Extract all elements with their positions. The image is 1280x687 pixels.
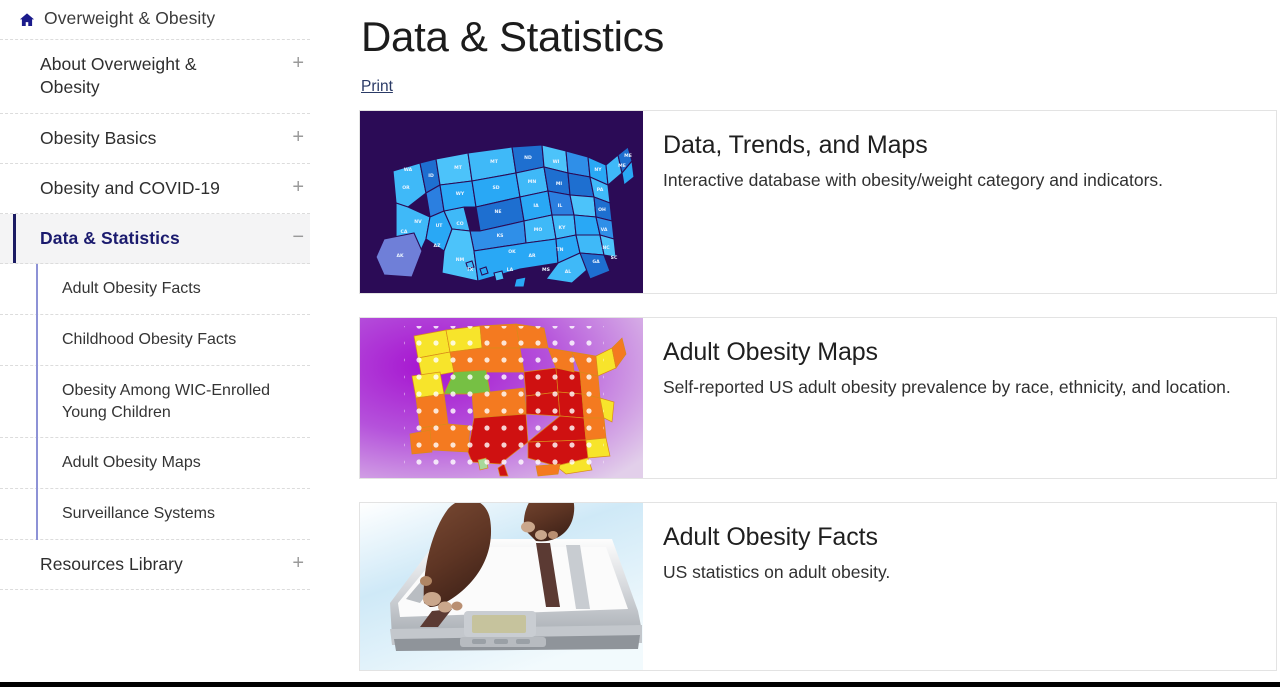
svg-text:NY: NY [594,167,602,173]
card-body: Data, Trends, and Maps Interactive datab… [643,111,1276,293]
svg-text:GA: GA [592,259,600,265]
svg-text:AL: AL [565,269,572,275]
sidebar-subitem-adult-obesity-maps[interactable]: Adult Obesity Maps [0,438,310,490]
sidebar-subitem-obesity-among-wic-enrolled-young-children[interactable]: Obesity Among WIC-Enrolled Young Childre… [0,366,310,439]
card-body: Adult Obesity Maps Self-reported US adul… [643,318,1276,478]
left-navigation-sidebar: Overweight & Obesity About Overweight & … [0,0,340,682]
sidebar-subitem-surveillance-systems[interactable]: Surveillance Systems [0,489,310,540]
svg-text:ME: ME [618,163,626,169]
plus-icon[interactable]: + [292,127,310,147]
sidebar-home-label: Overweight & Obesity [44,8,216,28]
bottom-black-bar [0,682,1280,687]
minus-icon[interactable]: − [292,227,310,247]
print-link[interactable]: Print [361,78,393,96]
svg-text:KS: KS [497,233,504,239]
svg-text:ME: ME [624,153,632,159]
page-root: Overweight & Obesity About Overweight & … [0,0,1280,687]
sidebar-item-about-overweight-obesity[interactable]: About Overweight & Obesity + [0,40,310,114]
svg-text:OH: OH [598,207,606,213]
svg-text:NC: NC [602,245,610,251]
sidebar-home-link[interactable]: Overweight & Obesity [0,0,310,40]
sidebar-item-data-and-statistics[interactable]: Data & Statistics − [0,214,310,265]
sidebar-item-label: Obesity Basics [40,127,157,148]
sidebar-item-label: About Overweight & Obesity [40,54,197,98]
svg-text:MT: MT [454,165,463,171]
svg-text:LA: LA [507,267,514,273]
svg-text:TN: TN [557,247,564,253]
card-data-trends-and-maps[interactable]: WA OR ID NV CA UT AZ CO MT WY MT SD NE KS NM TX ND M… [359,110,1277,294]
plus-icon[interactable]: + [292,177,310,197]
svg-text:SD: SD [492,185,499,191]
feature-card-list: WA OR ID NV CA UT AZ CO MT WY MT SD NE KS NM TX ND M… [359,110,1280,671]
sidebar-subitem-label: Adult Obesity Maps [62,454,201,472]
card-body: Adult Obesity Facts US statistics on adu… [643,503,1276,670]
card-title: Adult Obesity Maps [663,338,878,366]
feet-on-bathroom-scale-photo [360,503,643,670]
svg-text:MS: MS [542,267,550,273]
sidebar-subitem-label: Surveillance Systems [62,505,215,523]
svg-text:WI: WI [553,159,560,165]
sidebar-item-label: Obesity and COVID-19 [40,177,220,198]
sidebar-item-label: Data & Statistics [40,228,180,249]
card-adult-obesity-maps[interactable]: Adult Obesity Maps Self-reported US adul… [359,317,1277,479]
page-title: Data & Statistics [361,13,665,60]
svg-text:NM: NM [456,257,465,263]
svg-text:SC: SC [611,255,618,261]
sidebar-subitem-label: Obesity Among WIC-Enrolled Young Childre… [62,381,271,421]
svg-text:ID: ID [428,173,434,179]
svg-text:MO: MO [534,227,543,233]
svg-text:ND: ND [524,155,532,161]
us-map-blue-states-image: WA OR ID NV CA UT AZ CO MT WY MT SD NE KS NM TX ND M… [360,111,643,293]
plus-icon[interactable]: + [292,53,310,73]
svg-text:CA: CA [401,229,408,235]
svg-text:IA: IA [533,203,539,209]
svg-text:MI: MI [556,181,563,187]
svg-text:AZ: AZ [434,243,442,249]
sidebar-subitem-label: Adult Obesity Facts [62,280,201,298]
card-description: Self-reported US adult obesity prevalenc… [663,376,1231,397]
card-title: Adult Obesity Facts [663,523,878,551]
main-content: Data & Statistics Print WA OR ID NV CA U… [359,0,1280,682]
sidebar-subitem-childhood-obesity-facts[interactable]: Childhood Obesity Facts [0,315,310,366]
svg-text:TX: TX [467,267,474,273]
svg-text:KY: KY [559,225,567,231]
sidebar-subitem-adult-obesity-facts[interactable]: Adult Obesity Facts [0,264,310,316]
svg-text:AK: AK [396,253,404,259]
svg-text:CO: CO [456,221,463,227]
svg-text:MT: MT [490,159,499,165]
sidebar-item-obesity-basics[interactable]: Obesity Basics + [0,114,310,164]
svg-text:OK: OK [508,249,516,255]
svg-text:VA: VA [601,227,608,233]
svg-text:AR: AR [528,253,536,259]
card-description: US statistics on adult obesity. [663,561,891,582]
svg-text:NV: NV [414,219,422,225]
svg-text:PA: PA [597,187,604,193]
svg-text:MN: MN [528,179,537,185]
svg-text:IL: IL [558,203,563,209]
card-description: Interactive database with obesity/weight… [663,169,1164,190]
svg-text:NE: NE [495,209,502,215]
svg-text:WA: WA [404,167,413,173]
sidebar-item-label: Resources Library [40,553,183,574]
svg-text:UT: UT [436,223,444,229]
sidebar-subitem-label: Childhood Obesity Facts [62,331,237,349]
sidebar-item-resources-library[interactable]: Resources Library + [0,540,310,591]
plus-icon[interactable]: + [292,553,310,573]
us-map-heat-prevalence-image [360,318,643,478]
sidebar-item-obesity-and-covid-19[interactable]: Obesity and COVID-19 + [0,164,310,215]
svg-text:OR: OR [402,185,410,191]
card-title: Data, Trends, and Maps [663,131,928,159]
svg-text:WY: WY [456,191,465,197]
card-adult-obesity-facts[interactable]: Adult Obesity Facts US statistics on adu… [359,502,1277,671]
sidebar-subnav-data-and-statistics: Adult Obesity Facts Childhood Obesity Fa… [0,264,310,540]
home-icon [18,11,36,29]
